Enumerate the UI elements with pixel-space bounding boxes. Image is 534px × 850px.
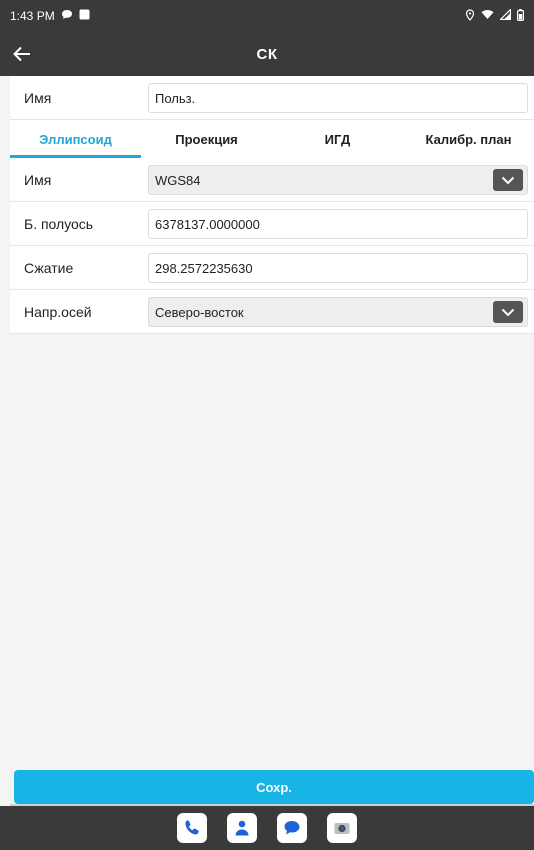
tab-projection[interactable]: Проекция [141, 120, 272, 158]
signal-icon [499, 8, 512, 23]
app-bar: СК [0, 32, 534, 76]
axis-direction-select-value: Северо-восток [155, 304, 244, 320]
tab-ellipsoid[interactable]: Эллипсоид [10, 120, 141, 158]
ellipsoid-name-label: Имя [24, 171, 52, 188]
page-title: СК [256, 45, 278, 63]
tab-igd[interactable]: ИГД [272, 120, 403, 158]
save-button[interactable]: Сохр. [14, 770, 534, 804]
battery-icon [517, 8, 525, 24]
content-area [10, 334, 534, 768]
semi-axis-input[interactable]: 6378137.0000000 [148, 209, 528, 239]
notification-square-icon [79, 9, 90, 23]
chat-bubble-icon [61, 9, 73, 23]
ellipsoid-select-value: WGS84 [155, 172, 201, 188]
axis-direction-dropdown-button[interactable] [493, 301, 523, 323]
ellipsoid-select[interactable]: WGS84 [148, 165, 528, 195]
dock [0, 806, 534, 850]
contacts-app-icon[interactable] [227, 813, 257, 843]
tab-bar: Эллипсоид Проекция ИГД Калибр. план [10, 120, 534, 158]
semi-axis-row: Б. полуось 6378137.0000000 [10, 202, 534, 246]
ellipsoid-name-row: Имя WGS84 [10, 158, 534, 202]
chevron-down-icon [501, 176, 515, 184]
axis-direction-select[interactable]: Северо-восток [148, 297, 528, 327]
name-input[interactable]: Польз. [148, 83, 528, 113]
wifi-icon [481, 9, 494, 23]
status-time: 1:43 PM [10, 9, 55, 23]
flattening-row: Сжатие 298.2572235630 [10, 246, 534, 290]
messages-app-icon[interactable] [277, 813, 307, 843]
phone-app-icon[interactable] [177, 813, 207, 843]
ellipsoid-dropdown-button[interactable] [493, 169, 523, 191]
camera-app-icon[interactable] [327, 813, 357, 843]
status-bar: 1:43 PM [0, 0, 534, 32]
flattening-input[interactable]: 298.2572235630 [148, 253, 528, 283]
semi-axis-label: Б. полуось [24, 215, 94, 232]
chevron-down-icon [501, 308, 515, 316]
tab-calibration-plan[interactable]: Калибр. план [403, 120, 534, 158]
location-icon [465, 8, 475, 24]
flattening-label: Сжатие [24, 259, 74, 276]
axis-direction-row: Напр.осей Северо-восток [10, 290, 534, 334]
axis-direction-label: Напр.осей [24, 303, 92, 320]
screen: 1:43 PM СК Имя Польз. Эллипсоид Проекция… [0, 0, 534, 850]
name-label: Имя [24, 89, 52, 106]
name-row: Имя Польз. [10, 76, 534, 120]
